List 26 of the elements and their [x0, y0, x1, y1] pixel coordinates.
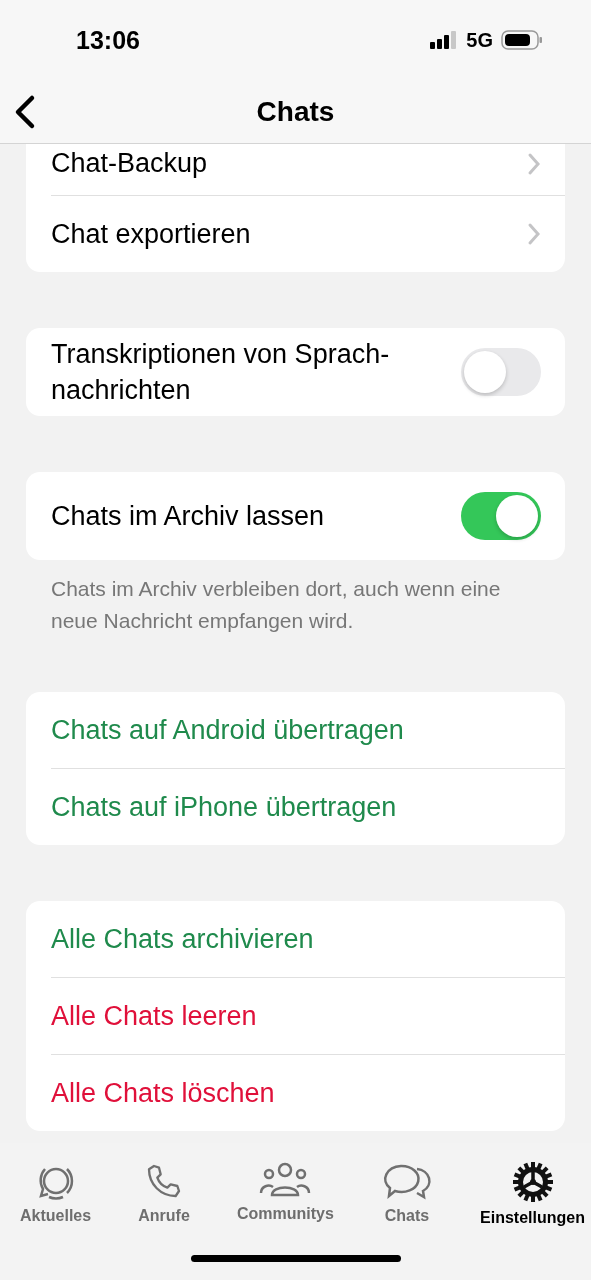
action-link[interactable]: Alle Chats archivieren	[51, 920, 314, 958]
signal-icon	[430, 31, 459, 49]
tab-item[interactable]: Einstellungen	[480, 1161, 585, 1227]
network-label: 5G	[466, 28, 493, 52]
toggle-switch[interactable]	[461, 348, 541, 396]
action-link[interactable]: Alle Chats leeren	[51, 997, 257, 1035]
toggle-switch[interactable]	[461, 492, 541, 540]
tab-item[interactable]: Communitys	[236, 1161, 334, 1227]
chevron-icon	[527, 151, 541, 176]
tab-item[interactable]: Aktuelles	[20, 1161, 92, 1227]
action-link[interactable]: Alle Chats löschen	[51, 1074, 275, 1112]
action-link[interactable]: Chats auf Android übertragen	[51, 711, 404, 749]
tab-item[interactable]: Anrufe	[138, 1161, 190, 1227]
battery-icon	[501, 30, 543, 50]
settings-icon	[511, 1161, 554, 1203]
row-label: Chats im Archiv lassen	[51, 499, 325, 533]
status-time: 13:06	[76, 25, 140, 55]
row-label[interactable]: Chat exportieren	[51, 215, 251, 253]
chevron-icon	[527, 222, 541, 246]
people-icon	[259, 1161, 312, 1199]
nav-title: Chats	[255, 95, 336, 128]
section-footer: Chats im Archiv verbleiben dort, auch wenn eine neue Nachricht empfangen wird.	[51, 573, 540, 636]
row-label[interactable]: Chat-Backup	[51, 145, 208, 182]
action-link[interactable]: Chats auf iPhone übertragen	[51, 788, 397, 826]
tab-item[interactable]: Chats	[380, 1161, 433, 1227]
row-label: Transkriptionen von Sprach-nachrichten	[51, 337, 391, 407]
